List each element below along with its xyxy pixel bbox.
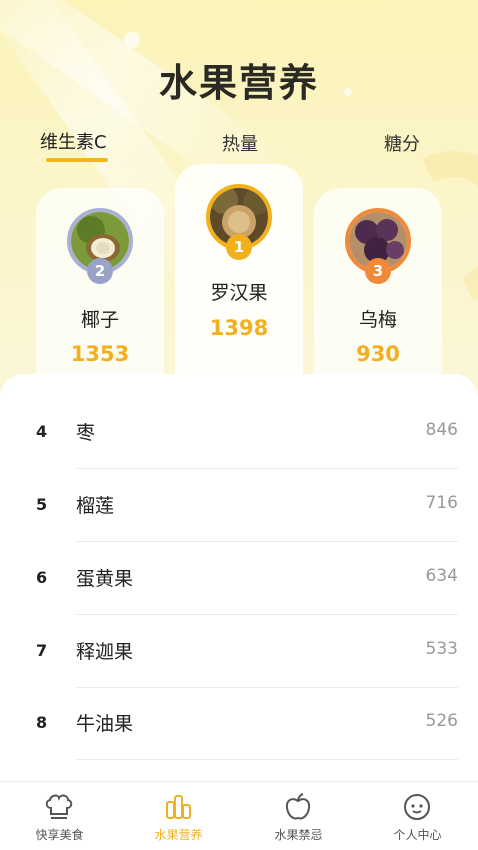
podium-name-third: 乌梅 xyxy=(358,309,397,331)
bottom-nav: 快享美食 水果营养 水果禁忌 个人中心 xyxy=(0,781,478,850)
list-name: 枣 xyxy=(76,422,96,444)
list-rank: 4 xyxy=(36,422,48,441)
list-item[interactable]: 7 释迦果 533 xyxy=(0,615,478,688)
list-rank: 6 xyxy=(36,568,48,587)
tab-active-indicator xyxy=(46,158,108,162)
list-value: 634 xyxy=(425,566,458,586)
divider xyxy=(76,759,458,760)
podium-value-second: 1353 xyxy=(70,342,130,366)
podium-name-first: 罗汉果 xyxy=(210,282,268,304)
list-name: 榴莲 xyxy=(76,495,115,517)
list-value: 846 xyxy=(425,420,458,440)
nav-label: 个人中心 xyxy=(393,828,442,842)
nav-item-food[interactable]: 快享美食 xyxy=(0,782,119,850)
face-icon xyxy=(404,794,430,820)
nav-item-taboo[interactable]: 水果禁忌 xyxy=(239,782,358,850)
podium-name-second: 椰子 xyxy=(80,309,119,331)
list-name: 释迦果 xyxy=(76,641,134,663)
podium-value-third: 930 xyxy=(356,342,400,366)
nutrient-tabs: 维生素C 热量 糖分 xyxy=(0,126,478,166)
apple-icon xyxy=(285,793,311,820)
tab-sugar[interactable]: 糖分 xyxy=(384,130,420,156)
list-rank: 5 xyxy=(36,495,48,514)
tab-calories[interactable]: 热量 xyxy=(222,130,258,156)
rank-badge-second: 2 xyxy=(87,258,113,284)
chef-hat-icon xyxy=(45,794,73,819)
list-item[interactable]: 4 枣 846 xyxy=(0,396,478,469)
list-value: 716 xyxy=(425,493,458,513)
podium-value-first: 1398 xyxy=(209,316,269,340)
list-item[interactable]: 8 牛油果 526 xyxy=(0,687,478,760)
nav-item-profile[interactable]: 个人中心 xyxy=(358,782,477,850)
list-item[interactable]: 6 蛋黄果 634 xyxy=(0,542,478,615)
tab-vitamin-c[interactable]: 维生素C xyxy=(40,128,107,154)
rank-badge-first: 1 xyxy=(226,234,252,260)
nav-item-nutrition[interactable]: 水果营养 xyxy=(119,782,238,850)
list-rank: 7 xyxy=(36,641,48,660)
list-value: 526 xyxy=(425,711,458,731)
nav-label: 快享美食 xyxy=(35,828,84,842)
list-value: 533 xyxy=(425,639,458,659)
nav-label: 水果营养 xyxy=(154,828,203,842)
bar-chart-icon xyxy=(166,795,191,819)
nav-label: 水果禁忌 xyxy=(274,828,323,842)
page-title: 水果营养 xyxy=(158,61,319,105)
list-rank: 8 xyxy=(36,713,48,732)
ranking-list: 4 枣 846 5 榴莲 716 6 蛋黄果 634 7 释迦果 533 8 牛… xyxy=(0,374,478,784)
list-item[interactable]: 5 榴莲 716 xyxy=(0,469,478,542)
list-name: 牛油果 xyxy=(76,713,134,735)
rank-badge-third: 3 xyxy=(365,258,391,284)
list-name: 蛋黄果 xyxy=(76,568,134,590)
